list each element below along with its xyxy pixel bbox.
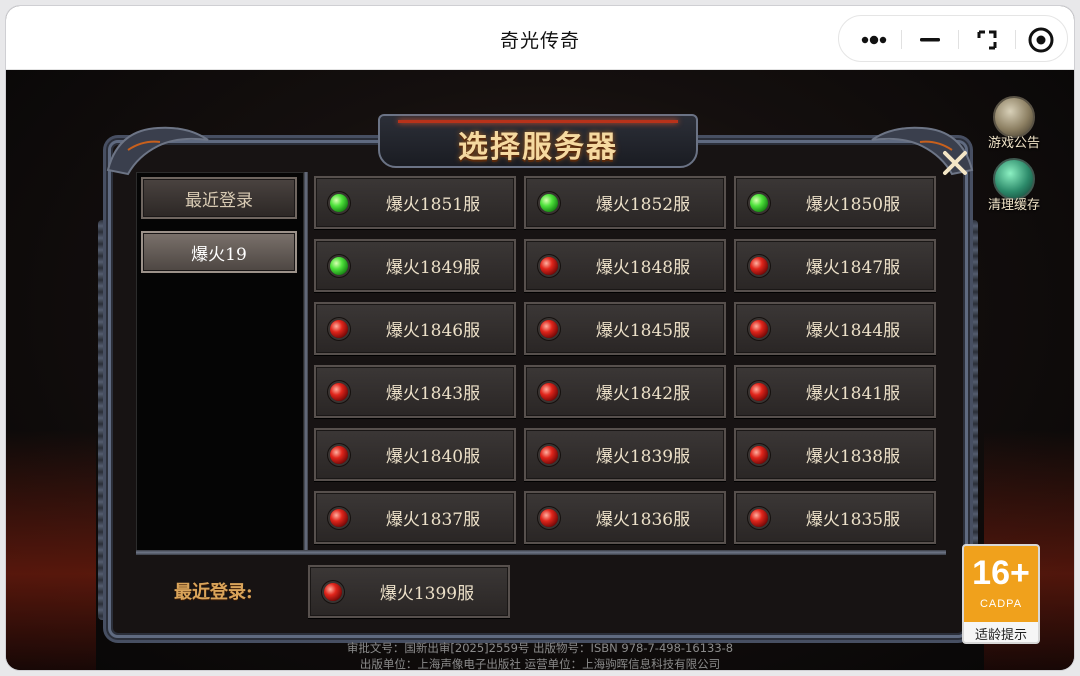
server-name: 爆火1852服 [595, 195, 691, 215]
license-line-1: 审批文号：国新出审[2025]2559号 出版物号：ISBN 978-7-498… [346, 641, 734, 655]
more-dots-icon [861, 35, 887, 45]
server-status-red-icon [540, 257, 558, 275]
server-name: 爆火1847服 [805, 258, 901, 278]
server-name: 爆火1836服 [595, 510, 691, 530]
server-button[interactable]: 爆火1841服 [734, 365, 936, 418]
server-button[interactable]: 爆火1850服 [734, 176, 936, 229]
minimize-icon [920, 38, 940, 42]
server-button[interactable]: 爆火1849服 [314, 239, 516, 292]
server-status-red-icon [330, 320, 348, 338]
server-status-green-icon [540, 194, 558, 212]
age-rating-badge[interactable]: 16+ CADPA 适龄提示 [962, 544, 1040, 644]
server-button[interactable]: 爆火1838服 [734, 428, 936, 481]
server-button[interactable]: 爆火1851服 [314, 176, 516, 229]
game-canvas: 选择服务器 游戏公告 清理缓存 最近登录 爆火19 爆火1851服 爆火1852服… [6, 70, 1074, 670]
age-rating-org: CADPA [979, 598, 1023, 610]
close-panel-icon[interactable] [938, 146, 972, 180]
server-status-green-icon [330, 194, 348, 212]
panel-divider-horizontal [136, 550, 946, 555]
server-status-red-icon [330, 446, 348, 464]
server-status-red-icon [540, 509, 558, 527]
notice-button[interactable]: 游戏公告 [984, 96, 1044, 151]
server-button[interactable]: 爆火1835服 [734, 491, 936, 544]
age-rating-number: 16+ [972, 554, 1030, 592]
notice-label: 游戏公告 [987, 136, 1040, 151]
server-name: 爆火1842服 [595, 384, 691, 404]
recent-login-label: 最近登录: [174, 582, 253, 603]
clear-cache-button[interactable]: 清理缓存 [984, 158, 1044, 213]
server-status-red-icon [750, 257, 768, 275]
age-rating-plate: 16+ CADPA [964, 546, 1038, 622]
server-status-red-icon [324, 583, 342, 601]
server-button[interactable]: 爆火1837服 [314, 491, 516, 544]
server-status-green-icon [750, 194, 768, 212]
server-name: 爆火1851服 [385, 195, 481, 215]
server-status-red-icon [540, 320, 558, 338]
server-name: 爆火1835服 [805, 510, 901, 530]
server-button[interactable]: 爆火1843服 [314, 365, 516, 418]
server-status-red-icon [540, 383, 558, 401]
close-app-button[interactable] [1013, 16, 1069, 63]
tab-recent-login[interactable]: 最近登录 [141, 177, 297, 219]
server-name: 爆火1840服 [385, 447, 481, 467]
server-button[interactable]: 爆火1846服 [314, 302, 516, 355]
background-fire-left [6, 430, 96, 670]
server-status-red-icon [750, 509, 768, 527]
server-button[interactable]: 爆火1845服 [524, 302, 726, 355]
server-name: 爆火1846服 [385, 321, 481, 341]
license-line-2: 出版单位：上海声像电子出版社 运营单位：上海驹晖信息科技有限公司 [359, 657, 721, 670]
fullscreen-icon [977, 30, 997, 50]
panel-title: 选择服务器 [458, 130, 618, 165]
title-bar: 奇光传奇 [6, 6, 1074, 70]
server-button[interactable]: 爆火1847服 [734, 239, 936, 292]
tab-baohuo19[interactable]: 爆火19 [141, 231, 297, 273]
server-button[interactable]: 爆火1839服 [524, 428, 726, 481]
minimize-button[interactable] [902, 16, 958, 63]
clear-cache-label: 清理缓存 [987, 198, 1040, 213]
target-close-icon [1028, 27, 1054, 53]
age-rating-label: 适龄提示 [974, 628, 1027, 643]
server-name: 爆火1850服 [805, 195, 901, 215]
server-button[interactable]: 爆火1842服 [524, 365, 726, 418]
fullscreen-button[interactable] [959, 16, 1015, 63]
server-status-red-icon [750, 383, 768, 401]
mini-program-window: 奇光传奇 选择服务器 游戏公告 清理缓存 最近登录 爆火19 爆火1851服 爆… [6, 6, 1074, 670]
server-button[interactable]: 爆火1836服 [524, 491, 726, 544]
server-status-red-icon [750, 446, 768, 464]
server-status-red-icon [330, 383, 348, 401]
server-name: 爆火1848服 [595, 258, 691, 278]
server-name: 爆火1844服 [805, 321, 901, 341]
server-name: 爆火1839服 [595, 447, 691, 467]
recent-server-button[interactable]: 爆火1399服 [308, 565, 510, 618]
server-group-list: 最近登录 爆火19 [136, 172, 304, 552]
more-options-button[interactable] [845, 16, 901, 63]
server-status-green-icon [330, 257, 348, 275]
server-name: 爆火1845服 [595, 321, 691, 341]
server-button[interactable]: 爆火1848服 [524, 239, 726, 292]
recent-server-name: 爆火1399服 [379, 584, 475, 604]
dragon-ornament-left-icon [106, 126, 209, 176]
panel-divider-vertical [304, 172, 308, 552]
server-status-red-icon [330, 509, 348, 527]
server-name: 爆火1849服 [385, 258, 481, 278]
server-button[interactable]: 爆火1852服 [524, 176, 726, 229]
server-status-red-icon [540, 446, 558, 464]
server-name: 爆火1838服 [805, 447, 901, 467]
server-name: 爆火1843服 [385, 384, 481, 404]
capsule-menu [838, 15, 1068, 62]
server-button[interactable]: 爆火1840服 [314, 428, 516, 481]
server-button[interactable]: 爆火1844服 [734, 302, 936, 355]
server-name: 爆火1841服 [805, 384, 901, 404]
server-name: 爆火1837服 [385, 510, 481, 530]
server-status-red-icon [750, 320, 768, 338]
